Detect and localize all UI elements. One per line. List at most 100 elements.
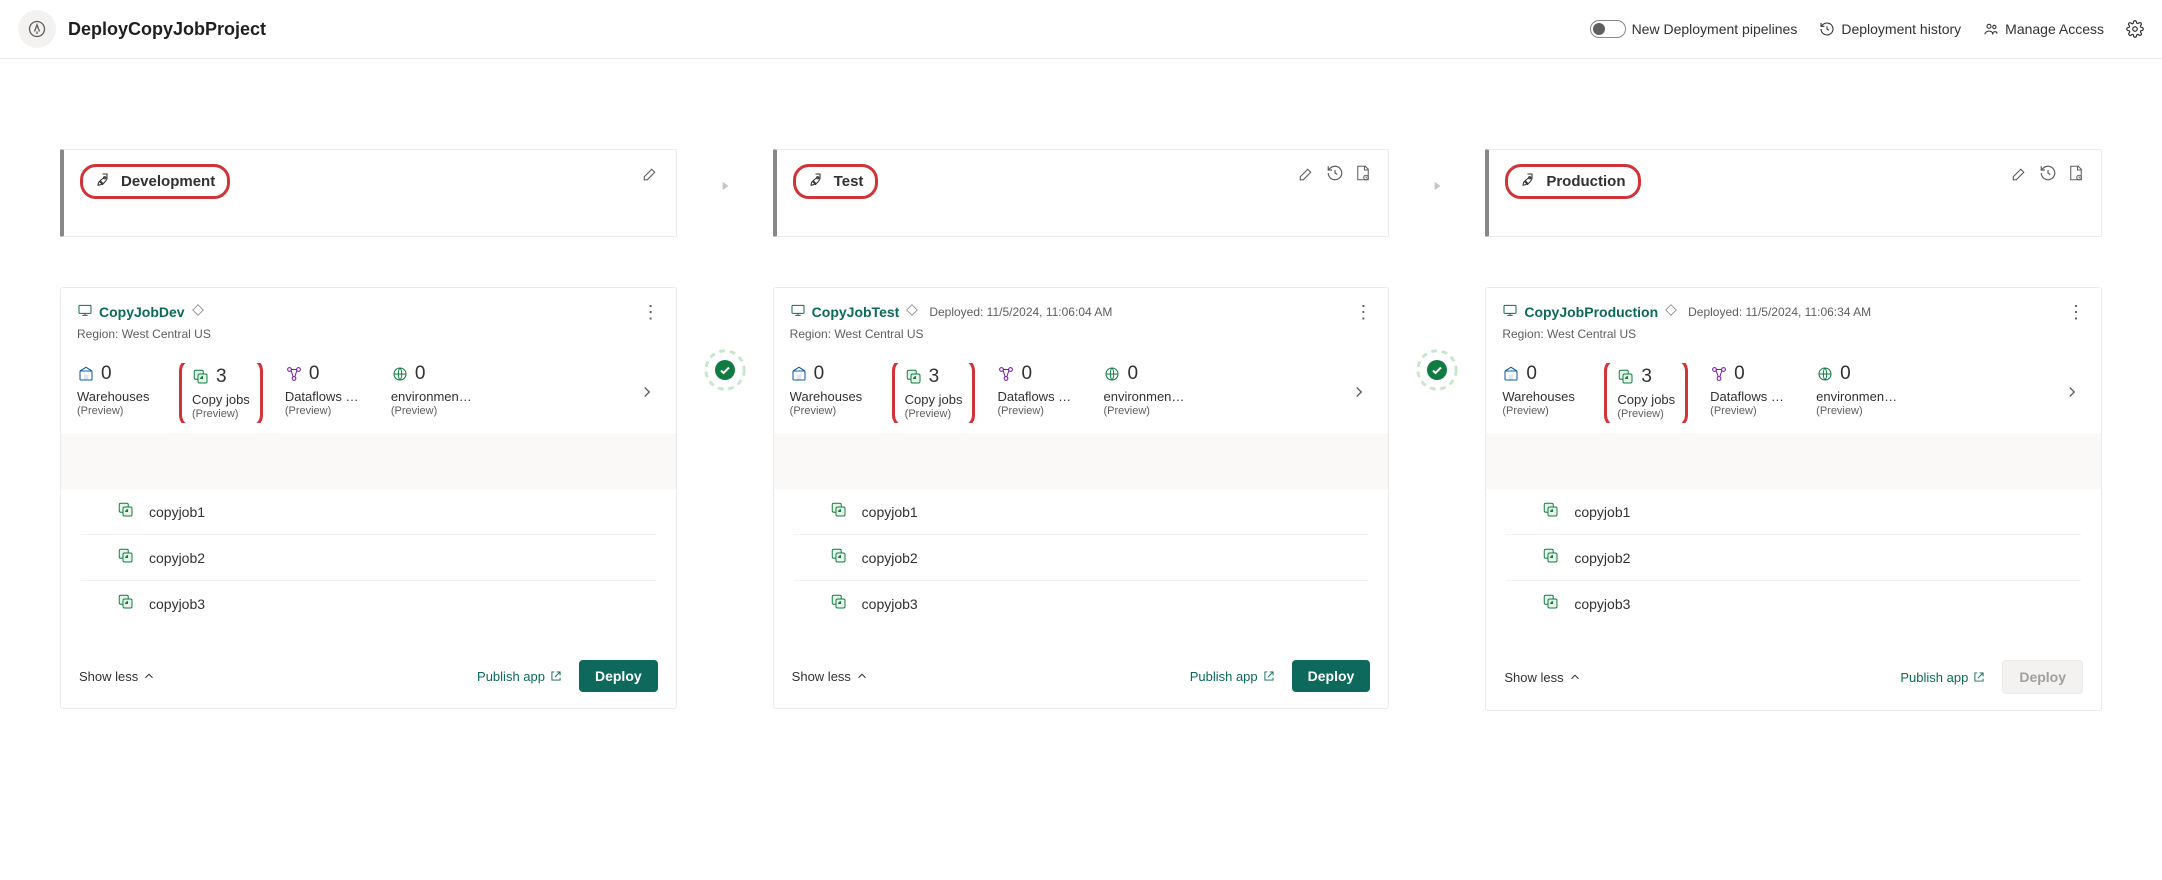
- stage-history-icon[interactable]: [1326, 164, 1344, 185]
- stat-env[interactable]: 0 environmen… (Preview): [1816, 363, 1897, 423]
- stat-value: 0: [1526, 363, 1537, 385]
- copyjob-icon: [1542, 547, 1560, 568]
- manage-access-label: Manage Access: [2005, 21, 2104, 37]
- stat-label: Copy jobs: [905, 392, 963, 407]
- stage-history-icon[interactable]: [2039, 164, 2057, 185]
- stat-label: environmen…: [1816, 389, 1897, 404]
- pipeline-icon: [18, 10, 56, 48]
- stat-copyjob[interactable]: 3 Copy jobs (Preview): [892, 363, 976, 423]
- list-item[interactable]: copyjob3: [794, 581, 1369, 626]
- stage-name: Test: [834, 173, 864, 190]
- list-item[interactable]: copyjob2: [81, 535, 656, 581]
- show-less-label: Show less: [792, 669, 851, 684]
- deploy-button[interactable]: Deploy: [1292, 660, 1371, 692]
- stats-next-icon[interactable]: [634, 379, 660, 408]
- workspace-icon: [1502, 302, 1518, 321]
- stat-value: 0: [101, 363, 112, 385]
- stat-preview: (Preview): [192, 408, 250, 420]
- sync-success-icon: [711, 356, 739, 384]
- stat-preview: (Preview): [905, 408, 963, 420]
- edit-stage-icon[interactable]: [642, 164, 660, 185]
- publish-app-link[interactable]: Publish app: [1900, 670, 1986, 685]
- stage-rules-icon[interactable]: [1354, 164, 1372, 185]
- show-less-toggle[interactable]: Show less: [792, 669, 869, 684]
- stage-rules-icon[interactable]: [2067, 164, 2085, 185]
- manage-access-link[interactable]: Manage Access: [1983, 21, 2104, 37]
- stat-dataflow[interactable]: 0 Dataflows … (Preview): [1710, 363, 1790, 423]
- stat-preview: (Preview): [1502, 405, 1582, 417]
- list-item[interactable]: copyjob3: [1506, 581, 2081, 626]
- env-icon: [1816, 365, 1834, 383]
- stage-name: Production: [1546, 173, 1625, 190]
- deploy-button: Deploy: [2002, 660, 2083, 694]
- stat-label: Dataflows …: [1710, 389, 1790, 404]
- topbar: DeployCopyJobProject New Deployment pipe…: [0, 0, 2162, 59]
- card-footer: Show less Publish app Deploy: [774, 644, 1389, 708]
- stat-value: 3: [216, 366, 227, 388]
- show-less-toggle[interactable]: Show less: [1504, 670, 1581, 685]
- list-item[interactable]: copyjob1: [81, 489, 656, 535]
- more-menu-icon[interactable]: ⋮: [642, 303, 660, 321]
- stats-next-icon[interactable]: [1346, 379, 1372, 408]
- item-name: copyjob2: [1574, 550, 1630, 566]
- warehouse-icon: [790, 365, 808, 383]
- workspace-name[interactable]: CopyJobTest: [812, 304, 900, 320]
- settings-button[interactable]: [2126, 20, 2144, 38]
- stage-header: Development: [60, 149, 677, 237]
- workspace-card: CopyJobTest Deployed: 11/5/2024, 11:06:0…: [773, 287, 1390, 709]
- items-spacer: [1486, 433, 2101, 489]
- toggle-switch-icon[interactable]: [1590, 20, 1626, 38]
- stage-name-box: Development: [80, 164, 230, 199]
- more-menu-icon[interactable]: ⋮: [1354, 303, 1372, 321]
- publish-app-link[interactable]: Publish app: [477, 669, 563, 684]
- stat-dataflow[interactable]: 0 Dataflows … (Preview): [997, 363, 1077, 423]
- workspace-name[interactable]: CopyJobProduction: [1524, 304, 1658, 320]
- new-pipelines-label: New Deployment pipelines: [1632, 21, 1798, 37]
- stage-production: Production CopyJobProduction Deployed: 1…: [1485, 149, 2102, 711]
- stat-copyjob[interactable]: 3 Copy jobs (Preview): [179, 363, 263, 423]
- stat-warehouse[interactable]: 0 Warehouses (Preview): [77, 363, 157, 423]
- publish-label: Publish app: [1190, 669, 1258, 684]
- item-name: copyjob2: [149, 550, 205, 566]
- list-item[interactable]: copyjob3: [81, 581, 656, 626]
- stat-preview: (Preview): [391, 405, 472, 417]
- more-menu-icon[interactable]: ⋮: [2067, 303, 2085, 321]
- items-spacer: [61, 433, 676, 489]
- stat-warehouse[interactable]: 0 Warehouses (Preview): [790, 363, 870, 423]
- workspace-card: CopyJobProduction Deployed: 11/5/2024, 1…: [1485, 287, 2102, 711]
- dataflow-icon: [997, 365, 1015, 383]
- region-label: Region: West Central US: [1502, 327, 2085, 341]
- publish-app-link[interactable]: Publish app: [1190, 669, 1276, 684]
- region-label: Region: West Central US: [77, 327, 660, 341]
- stat-dataflow[interactable]: 0 Dataflows … (Preview): [285, 363, 365, 423]
- stat-env[interactable]: 0 environmen… (Preview): [391, 363, 472, 423]
- stage-actions: [2011, 164, 2085, 185]
- copyjob-icon: [117, 501, 135, 522]
- workspace-name[interactable]: CopyJobDev: [99, 304, 185, 320]
- stats-next-icon[interactable]: [2059, 379, 2085, 408]
- list-item[interactable]: copyjob1: [1506, 489, 2081, 535]
- new-pipelines-toggle[interactable]: New Deployment pipelines: [1590, 20, 1798, 38]
- stat-preview: (Preview): [1816, 405, 1897, 417]
- show-less-toggle[interactable]: Show less: [79, 669, 156, 684]
- edit-stage-icon[interactable]: [2011, 164, 2029, 185]
- item-name: copyjob1: [862, 504, 918, 520]
- stat-preview: (Preview): [77, 405, 157, 417]
- deploy-button[interactable]: Deploy: [579, 660, 658, 692]
- stat-preview: (Preview): [1710, 405, 1790, 417]
- list-item[interactable]: copyjob2: [1506, 535, 2081, 581]
- list-item[interactable]: copyjob2: [794, 535, 1369, 581]
- stat-label: Warehouses: [1502, 389, 1582, 404]
- copyjob-icon: [192, 368, 210, 386]
- deployment-history-link[interactable]: Deployment history: [1819, 21, 1961, 37]
- stat-copyjob[interactable]: 3 Copy jobs (Preview): [1604, 363, 1688, 423]
- stat-warehouse[interactable]: 0 Warehouses (Preview): [1502, 363, 1582, 423]
- env-icon: [391, 365, 409, 383]
- stat-label: environmen…: [1103, 389, 1184, 404]
- edit-stage-icon[interactable]: [1298, 164, 1316, 185]
- history-icon: [1819, 21, 1835, 37]
- list-item[interactable]: copyjob1: [794, 489, 1369, 535]
- deployed-at: Deployed: 11/5/2024, 11:06:04 AM: [929, 305, 1112, 319]
- stage-development: Development CopyJobDev ⋮ Region: West Ce…: [60, 149, 677, 709]
- stat-env[interactable]: 0 environmen… (Preview): [1103, 363, 1184, 423]
